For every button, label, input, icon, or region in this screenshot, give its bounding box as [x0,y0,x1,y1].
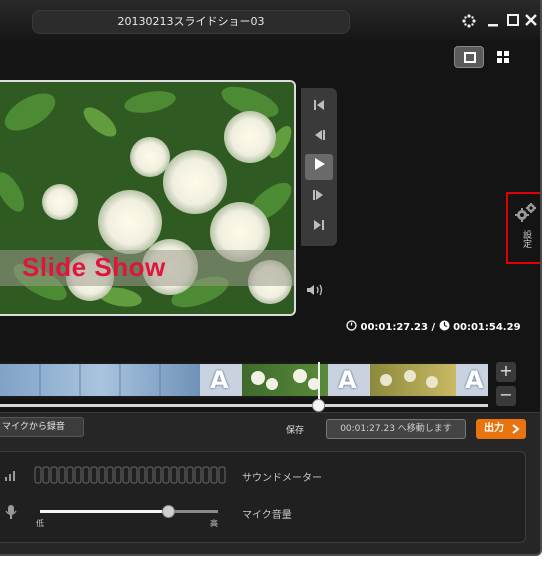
microphone-icon [5,505,17,519]
window-title: 20130213スライドショー03 [32,10,350,34]
sound-meter-label: サウンドメーター [242,473,322,484]
meter-segment [34,466,42,484]
chevron-right-icon [512,424,520,434]
meter-segment [146,466,154,484]
previous-frame-icon[interactable] [305,124,333,150]
play-icon[interactable] [305,154,333,180]
single-view-button[interactable] [454,46,484,68]
grid-view-button[interactable] [488,46,518,68]
mic-volume-fill [40,510,169,513]
zoom-out-button[interactable]: − [496,386,516,406]
overlay-text: Slide Show [22,252,166,282]
clock-icon [439,320,450,331]
meter-segment [106,466,114,484]
timeline-track[interactable]: A A A [0,362,488,398]
mic-volume-label: マイク音量 [242,510,292,521]
spinner-icon[interactable] [462,14,476,28]
settings-button[interactable]: 設定 [506,192,540,264]
meter-segment [178,466,186,484]
text-clip[interactable]: A [465,366,484,394]
preview-player[interactable]: Slide Show [0,80,296,316]
title-bar: 20130213スライドショー03 [0,0,540,40]
meter-segment [210,466,218,484]
time-separator: / [431,322,436,333]
close-icon[interactable] [524,14,538,28]
stopwatch-icon [346,320,357,331]
scrub-handle[interactable] [312,399,325,412]
current-time: 00:01:27.23 [360,322,428,333]
timeline-clips [0,364,488,396]
next-frame-icon[interactable] [305,184,333,210]
meter-segment [98,466,106,484]
grid-view-icon [497,51,509,63]
meter-segment [194,466,202,484]
scrub-bar[interactable] [0,404,488,407]
meter-segment [74,466,82,484]
gear-icon [515,203,536,222]
export-label: 出力 [484,423,504,434]
audio-section: マイクから録音 保存 00:01:27.23 へ移動します 出力 サウンドメータ… [0,412,540,554]
meter-segment [82,466,90,484]
skip-to-end-icon[interactable] [305,214,333,240]
export-button[interactable]: 出力 [476,419,526,439]
playback-controls [301,88,337,246]
meter-segment [58,466,66,484]
meter-segment [114,466,122,484]
signal-bars-icon [5,471,15,481]
meter-segment [186,466,194,484]
zoom-in-button[interactable]: + [496,362,516,382]
text-clip[interactable]: A [338,366,357,394]
playhead[interactable] [318,362,320,404]
meter-segment [66,466,74,484]
mic-volume-handle[interactable] [162,505,176,518]
meter-segment [170,466,178,484]
settings-label: 設定 [521,230,531,248]
high-label: 高 [210,519,218,528]
total-time: 00:01:54.29 [453,322,521,333]
sound-meter [34,466,226,484]
mic-volume-slider[interactable] [40,505,218,518]
save-time-hint[interactable]: 00:01:27.23 へ移動します [326,419,466,439]
meter-segment [138,466,146,484]
record-from-mic-button[interactable]: マイクから録音 [0,417,84,437]
single-view-icon [464,52,476,63]
low-label: 低 [36,519,44,528]
audio-settings-panel: サウンドメーター 低 高 マイク音量 [0,451,526,543]
speaker-icon[interactable] [306,282,326,301]
time-display: 00:01:27.23 / 00:01:54.29 [346,320,521,333]
app-window: 20130213スライドショー03 Slide Show 設定 00:01:27… [0,0,542,556]
meter-segment [154,466,162,484]
meter-segment [130,466,138,484]
skip-to-start-icon[interactable] [305,94,333,120]
maximize-icon[interactable] [506,14,520,28]
meter-segment [90,466,98,484]
meter-segment [122,466,130,484]
save-label: 保存 [286,426,305,436]
meter-segment [202,466,210,484]
meter-segment [162,466,170,484]
text-clip[interactable]: A [210,366,229,394]
meter-segment [218,466,226,484]
meter-segment [42,466,50,484]
minimize-icon[interactable] [486,14,500,28]
meter-segment [50,466,58,484]
